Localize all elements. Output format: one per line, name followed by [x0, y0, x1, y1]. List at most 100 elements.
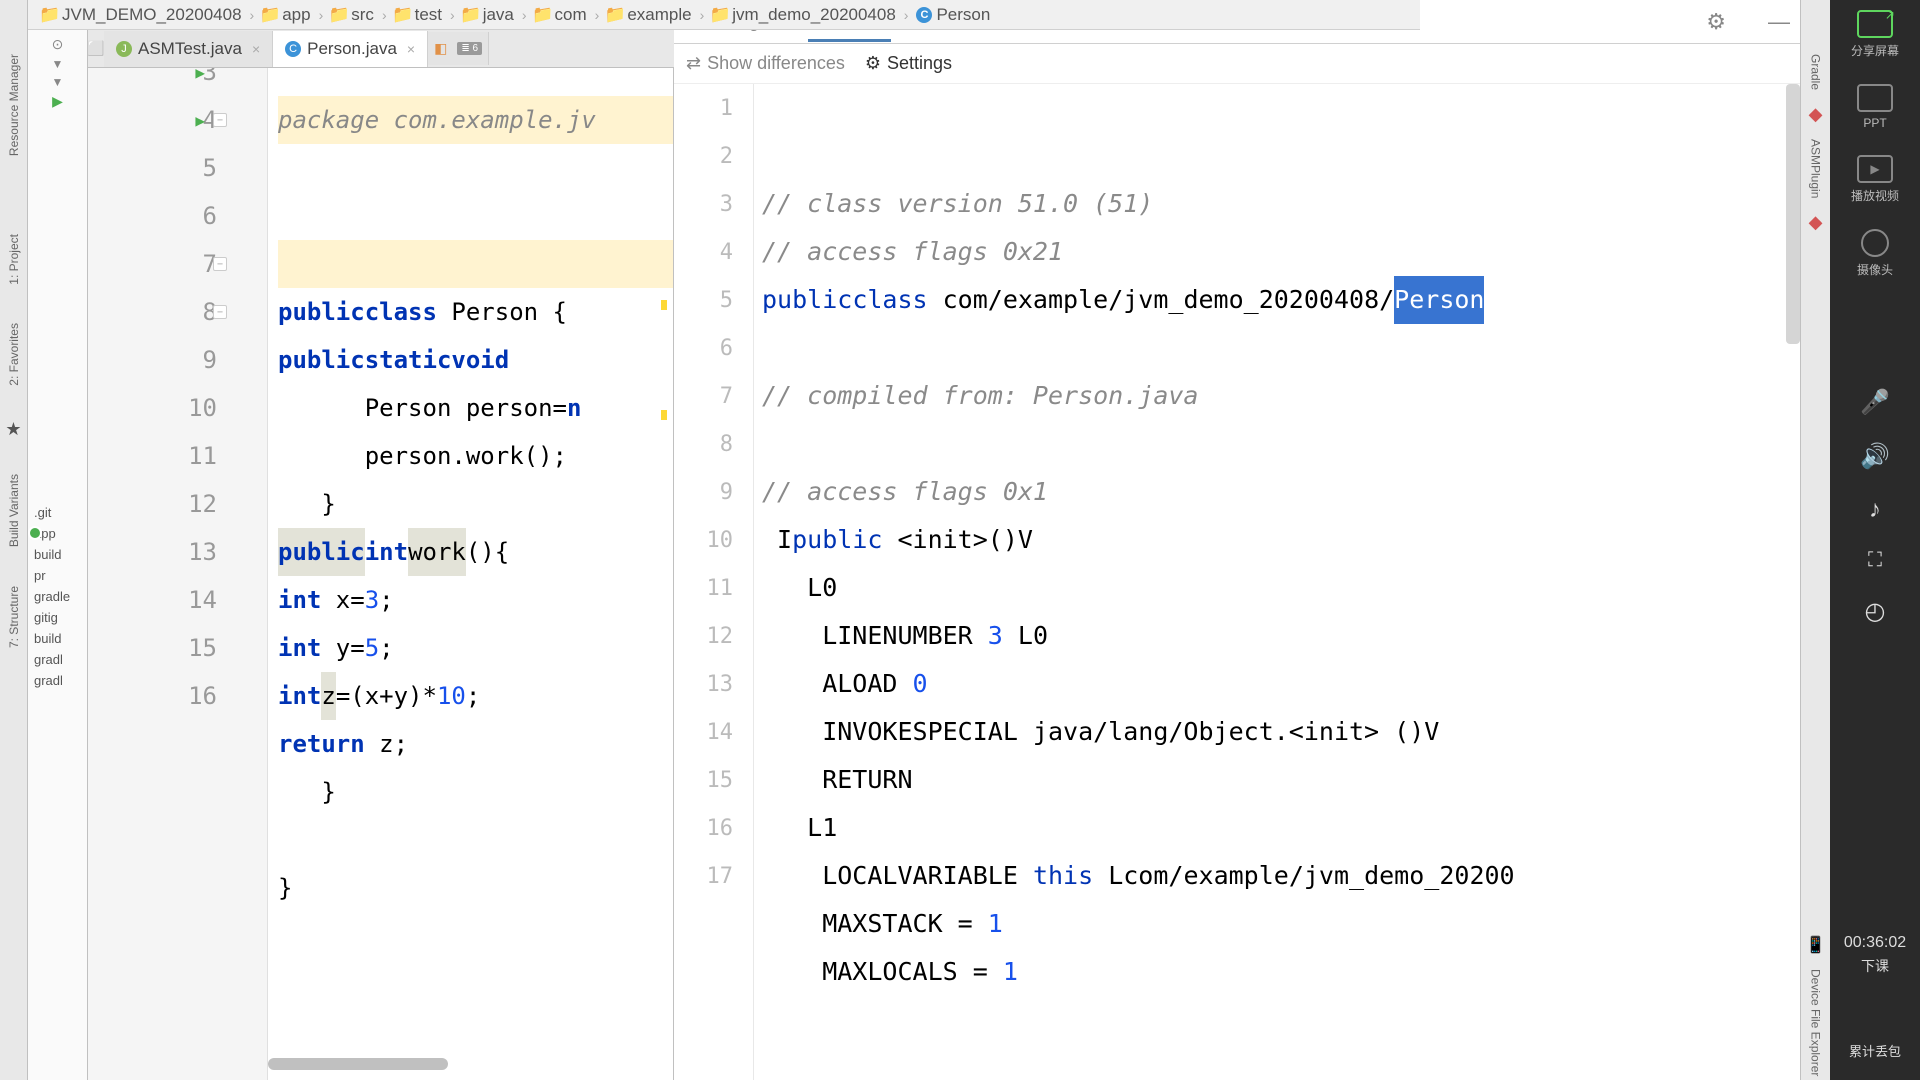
minimize-icon[interactable]: — — [1768, 9, 1790, 35]
marker-icon[interactable] — [661, 410, 667, 420]
code-line[interactable]: public int work(){ — [278, 528, 673, 576]
code-line[interactable]: } — [278, 768, 673, 816]
bytecode-line[interactable]: // class version 51.0 (51) — [762, 180, 1800, 228]
code-line[interactable] — [278, 912, 673, 960]
camera-icon — [1861, 229, 1889, 257]
code-line[interactable]: } — [278, 480, 673, 528]
expand-icon[interactable]: ▼ — [52, 75, 64, 89]
tree-item[interactable]: build — [30, 628, 85, 649]
sidebar-asmplugin[interactable]: ASMPlugin — [1809, 135, 1823, 202]
bytecode-line[interactable]: L1 — [762, 804, 1800, 852]
mic-icon: 🎤 — [1860, 388, 1890, 417]
sidebar-gradle[interactable]: Gradle — [1809, 50, 1823, 94]
tree-item[interactable]: pr — [30, 565, 85, 586]
share-screen-button[interactable]: ↗ 分享屏幕 — [1851, 10, 1899, 59]
close-icon[interactable]: × — [252, 41, 260, 57]
breadcrumb-item[interactable]: 📁com — [529, 3, 593, 27]
code-line[interactable]: return z; — [278, 720, 673, 768]
tab-badge: ≣ 6 — [457, 42, 482, 55]
code-line[interactable]: Person person=n — [278, 384, 673, 432]
code-line[interactable]: int z=(x+y)*10; — [278, 672, 673, 720]
camera-button[interactable]: 摄像头 — [1857, 229, 1893, 278]
code-line[interactable] — [278, 240, 673, 288]
horizontal-scrollbar[interactable] — [268, 1058, 448, 1070]
code-line[interactable]: person.work(); — [278, 432, 673, 480]
device-icon[interactable]: 📱 — [1806, 935, 1826, 955]
breadcrumb-item[interactable]: 📁src — [325, 3, 380, 27]
breadcrumb-item[interactable]: 📁jvm_demo_20200408 — [706, 3, 902, 27]
code-line[interactable]: int x=3; — [278, 576, 673, 624]
clock-button[interactable]: ◴ — [1865, 597, 1886, 626]
code-line[interactable]: public class Person { — [278, 288, 673, 336]
expand-button[interactable]: ⛶ — [1868, 549, 1882, 572]
play-video-button[interactable]: ▶ 播放视频 — [1851, 155, 1899, 204]
collapse-icon[interactable]: ▼ — [52, 57, 64, 71]
bytecode-line[interactable]: MAXSTACK = 1 — [762, 900, 1800, 948]
breadcrumb-item[interactable]: 📁java — [457, 3, 520, 27]
close-icon[interactable]: × — [407, 41, 415, 57]
bytecode-line[interactable]: RETURN — [762, 756, 1800, 804]
bytecode-line[interactable]: L0 — [762, 564, 1800, 612]
run-icon[interactable]: ▶ — [52, 93, 63, 110]
gear-icon[interactable]: ⚙ — [1706, 9, 1726, 35]
sidebar-resource-manager[interactable]: Resource Manager — [7, 50, 21, 160]
bytecode-area[interactable]: 1234567891011121314151617 // class versi… — [674, 84, 1800, 1080]
left-sidebar: Resource Manager 1: Project 2: Favorites… — [0, 0, 28, 1080]
breadcrumb-item[interactable]: 📁JVM_DEMO_20200408 — [36, 3, 248, 27]
bytecode-line[interactable]: public class com/example/jvm_demo_202004… — [762, 276, 1800, 324]
folder-icon: 📁 — [395, 7, 411, 23]
ppt-button[interactable]: PPT — [1857, 84, 1893, 130]
tab-bytecode-view[interactable]: ◧ ≣ 6 — [428, 32, 489, 65]
bytecode-line[interactable]: LOCALVARIABLE this Lcom/example/jvm_demo… — [762, 852, 1800, 900]
tree-item[interactable]: gradl — [30, 649, 85, 670]
sidebar-project[interactable]: 1: Project — [7, 230, 21, 289]
bytecode-line[interactable]: ALOAD 0 — [762, 660, 1800, 708]
tree-item[interactable]: gradl — [30, 670, 85, 691]
bytecode-line[interactable] — [762, 324, 1800, 372]
code-content[interactable]: package com.example.jv public class Pers… — [268, 0, 673, 1080]
sidebar-favorites[interactable]: 2: Favorites — [7, 319, 21, 390]
folder-icon: 📁 — [42, 7, 58, 23]
target-icon[interactable]: ⊙ — [52, 36, 64, 53]
tab-person[interactable]: C Person.java × — [273, 31, 428, 67]
tree-item[interactable]: .git — [30, 502, 85, 523]
breadcrumb-item[interactable]: 📁app — [256, 3, 316, 27]
bytecode-line[interactable]: INVOKESPECIAL java/lang/Object.<init> ()… — [762, 708, 1800, 756]
breadcrumb: 📁JVM_DEMO_20200408› 📁app› 📁src› 📁test› 📁… — [28, 0, 1420, 30]
music-button[interactable]: ♪ — [1869, 496, 1881, 524]
breadcrumb-item[interactable]: 📁example — [601, 3, 697, 27]
sidebar-device-explorer[interactable]: Device File Explorer — [1809, 965, 1823, 1080]
code-line[interactable]: } — [278, 864, 673, 912]
vertical-scrollbar[interactable] — [1786, 84, 1800, 344]
bytecode-line[interactable]: Ipublic <init>()V — [762, 516, 1800, 564]
breadcrumb-item[interactable]: 📁test — [389, 3, 448, 27]
folder-icon: 📁 — [607, 7, 623, 23]
settings-button[interactable]: ⚙Settings — [865, 53, 952, 74]
speaker-icon: 🔊 — [1860, 442, 1890, 471]
asm-red-icon[interactable]: ◆ — [1809, 212, 1823, 233]
bytecode-line[interactable]: // access flags 0x1 — [762, 468, 1800, 516]
marker-icon[interactable] — [661, 300, 667, 310]
speaker-button[interactable]: 🔊 — [1860, 442, 1890, 471]
tab-asmtest[interactable]: J ASMTest.java × — [104, 31, 273, 67]
code-line[interactable]: int y=5; — [278, 624, 673, 672]
bytecode-line[interactable]: // access flags 0x21 — [762, 228, 1800, 276]
expand-icon[interactable]: ⬜ — [88, 40, 104, 57]
breadcrumb-item[interactable]: CPerson — [910, 3, 996, 27]
bytecode-line[interactable]: MAXLOCALS = 1 — [762, 948, 1800, 996]
tree-item[interactable]: gitig — [30, 607, 85, 628]
mic-button[interactable]: 🎤 — [1860, 388, 1890, 417]
tree-item[interactable]: gradle — [30, 586, 85, 607]
sidebar-structure[interactable]: 7: Structure — [7, 582, 21, 652]
play-icon: ▶ — [1857, 155, 1893, 183]
sidebar-build-variants[interactable]: Build Variants — [7, 470, 21, 551]
tree-item[interactable]: build — [30, 544, 85, 565]
bytecode-line[interactable] — [762, 420, 1800, 468]
code-line[interactable] — [278, 816, 673, 864]
asm-red-icon[interactable]: ◆ — [1809, 104, 1823, 125]
show-differences-button[interactable]: ⇄Show differences — [686, 53, 845, 74]
bytecode-line[interactable]: // compiled from: Person.java — [762, 372, 1800, 420]
code-line[interactable]: public static void — [278, 336, 673, 384]
bytecode-line[interactable]: LINENUMBER 3 L0 — [762, 612, 1800, 660]
code-editor[interactable]: 23▶4▶−567−8−910111213141516 package com.… — [88, 0, 674, 1080]
